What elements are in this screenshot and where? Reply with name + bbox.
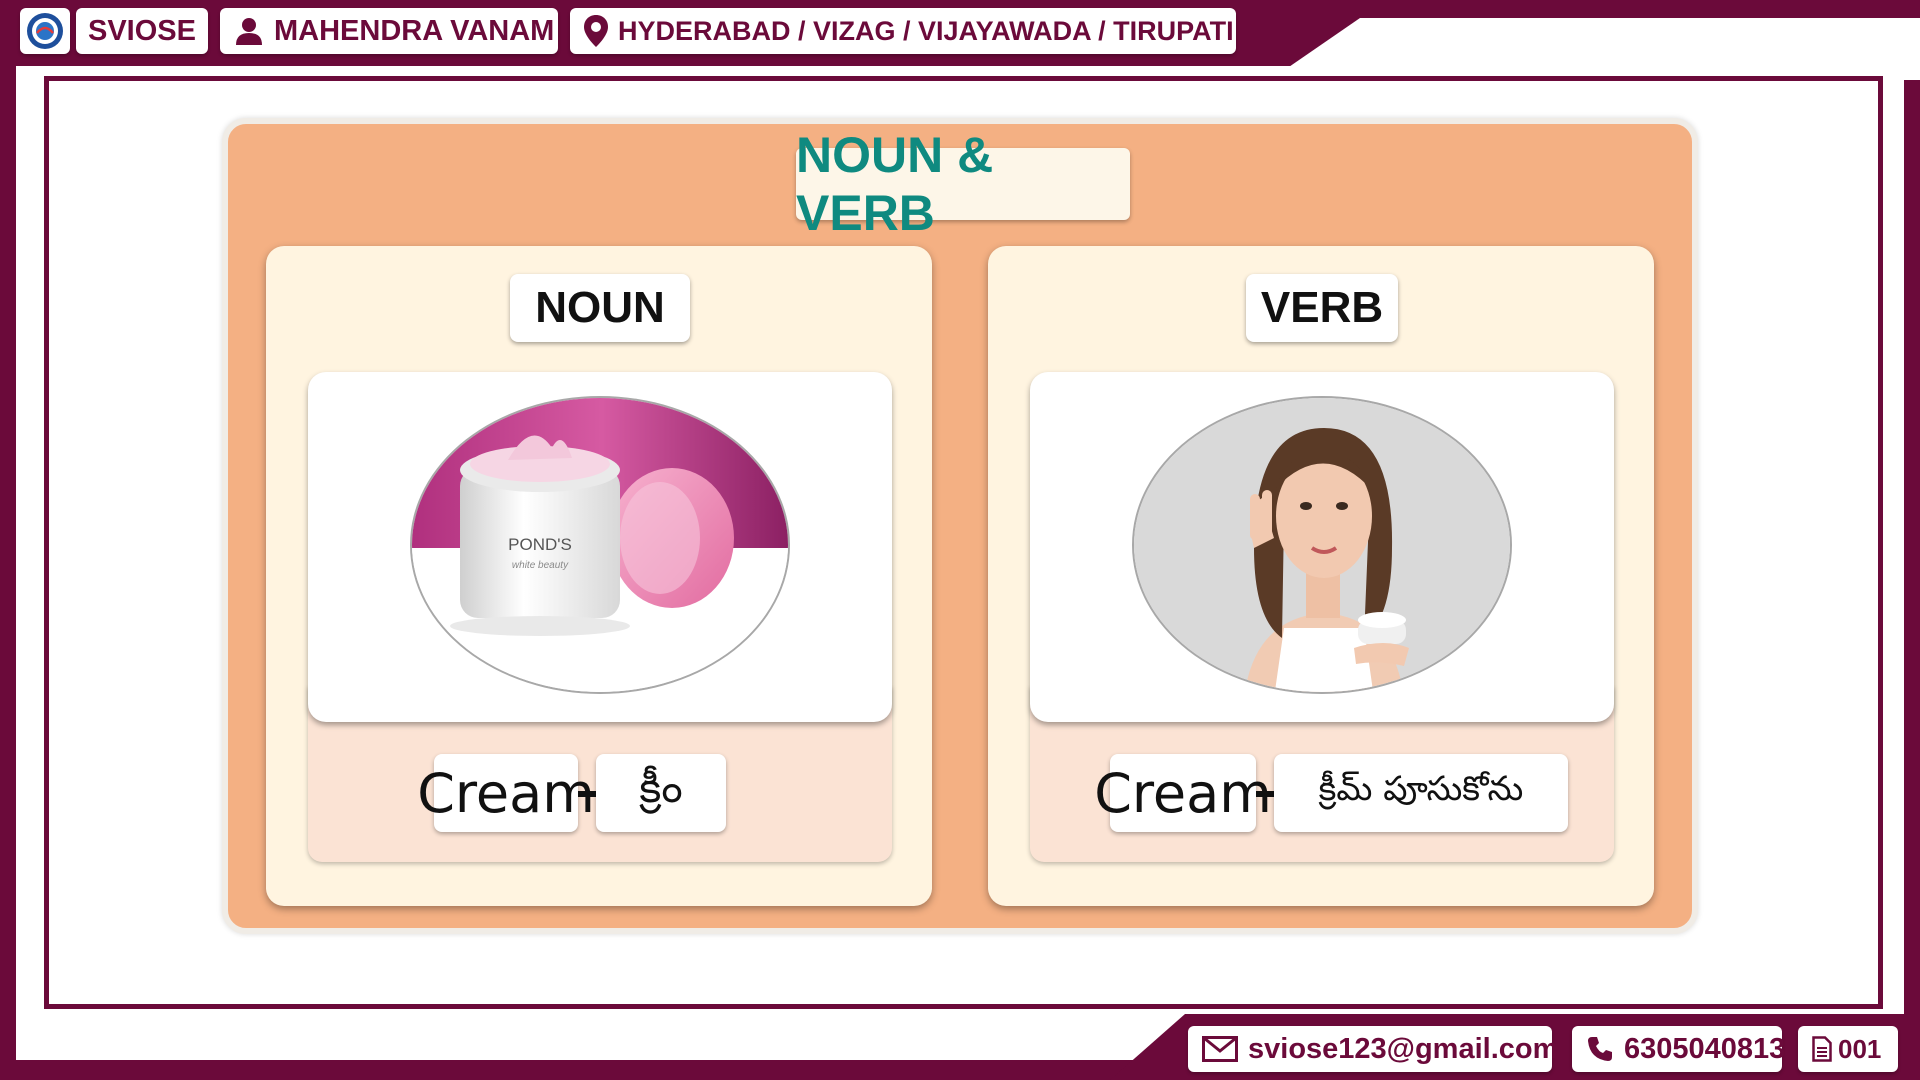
person-pill: MAHENDRA VANAM xyxy=(220,8,558,54)
noun-image-card: POND'S white beauty xyxy=(308,372,892,722)
brand-name: SVIOSE xyxy=(88,14,196,47)
verb-image xyxy=(1132,396,1512,694)
email-pill[interactable]: sviose123@gmail.com xyxy=(1188,1026,1558,1072)
header-white-tab xyxy=(1270,18,1920,80)
locations-text: HYDERABAD / VIZAG / VIJAYAWADA / TIRUPAT… xyxy=(618,15,1234,46)
person-name: MAHENDRA VANAM xyxy=(274,14,555,47)
verb-word-telugu: క్రీమ్ పూసుకోను xyxy=(1274,754,1568,832)
phone-text[interactable]: 6305040813 xyxy=(1624,1033,1785,1066)
noun-word-english: Cream xyxy=(417,754,595,832)
cream-jar-illustration: POND'S white beauty xyxy=(412,398,788,692)
verb-heading: VERB xyxy=(1246,274,1398,342)
jar-brand-label: POND'S xyxy=(508,535,572,554)
woman-applying-cream-illustration xyxy=(1134,398,1510,692)
verb-dash xyxy=(1256,791,1274,797)
noun-word-telugu: క్రీం xyxy=(596,754,726,832)
verb-word-english: Cream xyxy=(1094,754,1272,832)
page-number: 001 xyxy=(1838,1033,1882,1064)
verb-image-card xyxy=(1030,372,1614,722)
mail-icon xyxy=(1202,1036,1238,1062)
noun-heading: NOUN xyxy=(510,274,690,342)
slide-title: NOUN & VERB xyxy=(796,127,1130,241)
logo-badge xyxy=(20,8,70,54)
verb-panel: VERB Cream క్రీమ్ పూసుకోను xyxy=(988,246,1654,906)
sviose-logo-icon xyxy=(27,13,63,49)
jar-sub-label: white beauty xyxy=(512,560,569,571)
noun-image: POND'S white beauty xyxy=(410,396,790,694)
phone-pill[interactable]: 6305040813 xyxy=(1572,1026,1785,1072)
locations-pill: HYDERABAD / VIZAG / VIJAYAWADA / TIRUPAT… xyxy=(570,8,1236,54)
brand-pill: SVIOSE xyxy=(76,8,208,54)
person-icon xyxy=(236,18,262,45)
email-text[interactable]: sviose123@gmail.com xyxy=(1248,1033,1558,1066)
location-pin-icon xyxy=(584,15,608,47)
noun-panel: NOUN POND'S white beauty Cream క్రీం xyxy=(266,246,932,906)
phone-icon xyxy=(1588,1037,1612,1061)
page-number-pill: 001 xyxy=(1798,1026,1898,1072)
document-icon xyxy=(1812,1036,1832,1062)
